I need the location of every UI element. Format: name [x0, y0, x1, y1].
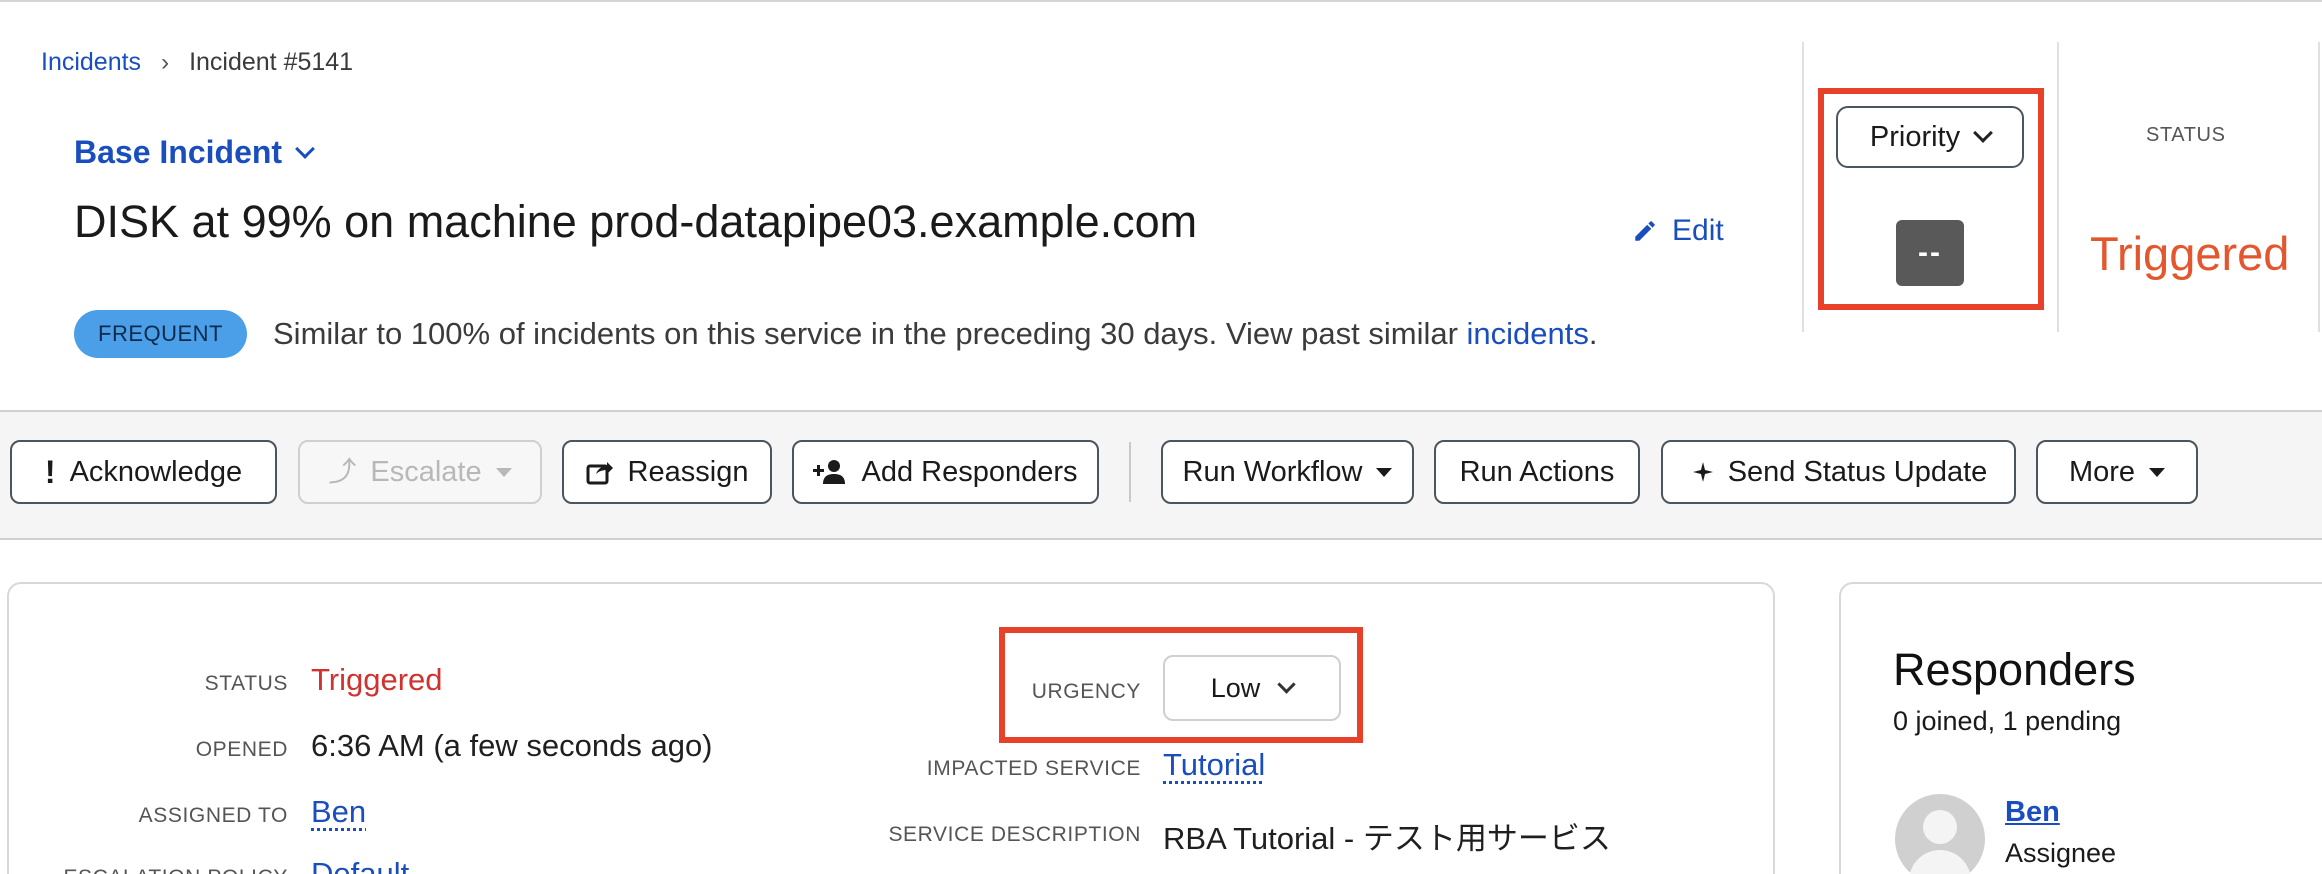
more-label: More	[2068, 455, 2136, 488]
add-responders-button[interactable]: Add Responders	[792, 440, 1099, 504]
caret-down-icon	[2149, 467, 2166, 477]
chevron-down-icon	[295, 138, 315, 159]
impacted-service-link[interactable]: Tutorial	[1163, 747, 1265, 783]
acknowledge-button[interactable]: ! Acknowledge	[10, 440, 277, 504]
toolbar-separator	[1129, 442, 1131, 502]
breadcrumb-separator: ›	[161, 48, 170, 76]
edit-title-button[interactable]: Edit	[1632, 214, 1724, 248]
status-header-label: STATUS	[2146, 124, 2226, 146]
reassign-label: Reassign	[627, 455, 749, 488]
priority-left-divider	[1802, 42, 1804, 332]
frequency-badge: FREQUENT	[74, 310, 247, 358]
frequency-row: FREQUENT Similar to 100% of incidents on…	[74, 310, 1598, 358]
reassign-share-icon	[586, 462, 613, 485]
responders-title: Responders	[1893, 644, 2136, 695]
reassign-button[interactable]: Reassign	[562, 440, 772, 504]
caret-down-icon	[1376, 467, 1393, 477]
run-workflow-button[interactable]: Run Workflow	[1161, 440, 1414, 504]
breadcrumb-current: Incident #5141	[189, 48, 354, 76]
add-responders-label: Add Responders	[861, 455, 1078, 488]
exclamation-icon: !	[44, 454, 56, 490]
status-field-label: STATUS	[204, 672, 288, 695]
more-button[interactable]: More	[2036, 440, 2198, 504]
service-description-label: SERVICE DESCRIPTION	[888, 823, 1141, 846]
edit-label: Edit	[1672, 214, 1724, 247]
escalate-arrow-icon: ⤴	[328, 456, 357, 487]
status-field-value: Triggered	[311, 662, 443, 697]
urgency-label: URGENCY	[1031, 680, 1141, 703]
add-person-icon	[813, 460, 846, 484]
escalation-policy-link[interactable]: Default	[311, 856, 409, 874]
impacted-service-label: IMPACTED SERVICE	[926, 757, 1141, 780]
responder-role: Assignee	[2005, 838, 2117, 868]
service-description-value: RBA Tutorial - テスト用サービス	[1163, 821, 1611, 856]
caret-down-icon	[495, 467, 512, 477]
urgency-value: Low	[1210, 672, 1261, 703]
frequency-text: Similar to 100% of incidents on this ser…	[273, 316, 1598, 352]
send-status-update-button[interactable]: Send Status Update	[1661, 440, 2016, 504]
escalation-policy-label: ESCALATION POLICY	[63, 866, 288, 874]
chevron-down-icon	[1973, 123, 1994, 143]
incident-type-label: Base Incident	[74, 134, 283, 170]
frequency-period: .	[1588, 316, 1598, 351]
status-header-value: Triggered	[2090, 227, 2290, 280]
status-right-divider	[2318, 42, 2320, 332]
pencil-icon	[1635, 221, 1655, 241]
opened-field-value: 6:36 AM (a few seconds ago)	[311, 728, 713, 763]
acknowledge-label: Acknowledge	[69, 455, 243, 488]
run-actions-label: Run Actions	[1459, 455, 1615, 488]
chevron-down-icon	[1277, 674, 1296, 694]
priority-dropdown-button[interactable]: Priority	[1836, 106, 2024, 168]
past-incidents-link[interactable]: incidents	[1467, 316, 1589, 351]
responders-summary: 0 joined, 1 pending	[1893, 706, 2122, 736]
escalate-label: Escalate	[370, 455, 482, 488]
frequency-description: Similar to 100% of incidents on this ser…	[273, 316, 1467, 351]
priority-right-divider	[2057, 42, 2059, 332]
urgency-dropdown[interactable]: Low	[1163, 655, 1341, 721]
run-actions-button[interactable]: Run Actions	[1434, 440, 1640, 504]
avatar-head	[1923, 810, 1957, 844]
top-divider	[0, 0, 2322, 2]
incident-type-dropdown[interactable]: Base Incident	[74, 134, 315, 171]
avatar-body	[1909, 850, 1971, 874]
send-status-update-label: Send Status Update	[1727, 455, 1988, 488]
incident-title: DISK at 99% on machine prod-datapipe03.e…	[74, 196, 1198, 247]
opened-field-label: OPENED	[195, 738, 288, 761]
priority-button-label: Priority	[1869, 120, 1961, 153]
sparkle-icon	[1692, 462, 1713, 482]
assigned-to-label: ASSIGNED TO	[138, 804, 288, 827]
breadcrumb: Incidents › Incident #5141	[41, 48, 353, 77]
assigned-to-link[interactable]: Ben	[311, 794, 366, 830]
incident-page: Incidents › Incident #5141 Base Incident…	[0, 0, 2322, 874]
run-workflow-label: Run Workflow	[1182, 455, 1363, 488]
avatar	[1895, 794, 1985, 874]
responder-name-link[interactable]: Ben	[2005, 796, 2060, 829]
escalate-button[interactable]: ⤴ Escalate	[298, 440, 542, 504]
breadcrumb-incidents-link[interactable]: Incidents	[41, 48, 141, 77]
priority-value-badge: --	[1896, 220, 1964, 286]
